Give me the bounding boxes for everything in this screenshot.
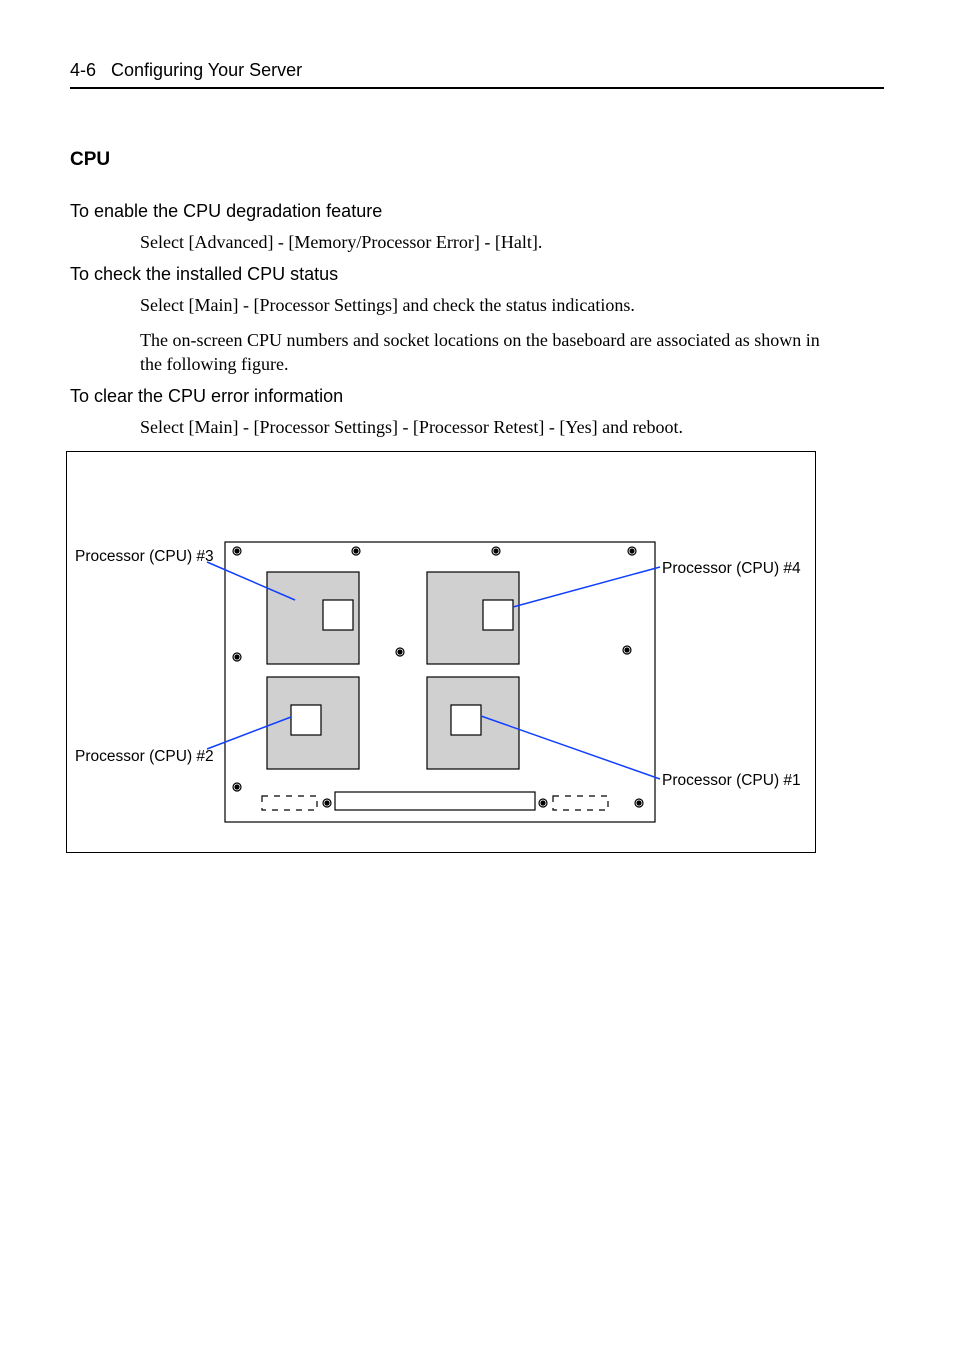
chapter-title: Configuring Your Server (111, 60, 302, 80)
body-paragraph: Select [Main] - [Processor Settings] and… (140, 293, 820, 317)
baseboard-figure: Processor (CPU) #3 Processor (CPU) #4 Pr… (66, 451, 816, 853)
page-header: 4-6 Configuring Your Server (70, 60, 884, 81)
body-paragraph: The on-screen CPU numbers and socket loc… (140, 328, 820, 377)
body-paragraph: Select [Advanced] - [Memory/Processor Er… (140, 230, 820, 254)
page-number: 4-6 (70, 60, 96, 80)
section-title: CPU (70, 149, 884, 171)
page: 4-6 Configuring Your Server CPU To enabl… (0, 0, 954, 1348)
subheading: To enable the CPU degradation feature (70, 201, 884, 222)
body-paragraph: Select [Main] - [Processor Settings] - [… (140, 415, 820, 439)
subheading: To check the installed CPU status (70, 264, 884, 285)
header-rule (70, 87, 884, 89)
baseboard-svg (67, 452, 815, 852)
subheading: To clear the CPU error information (70, 386, 884, 407)
